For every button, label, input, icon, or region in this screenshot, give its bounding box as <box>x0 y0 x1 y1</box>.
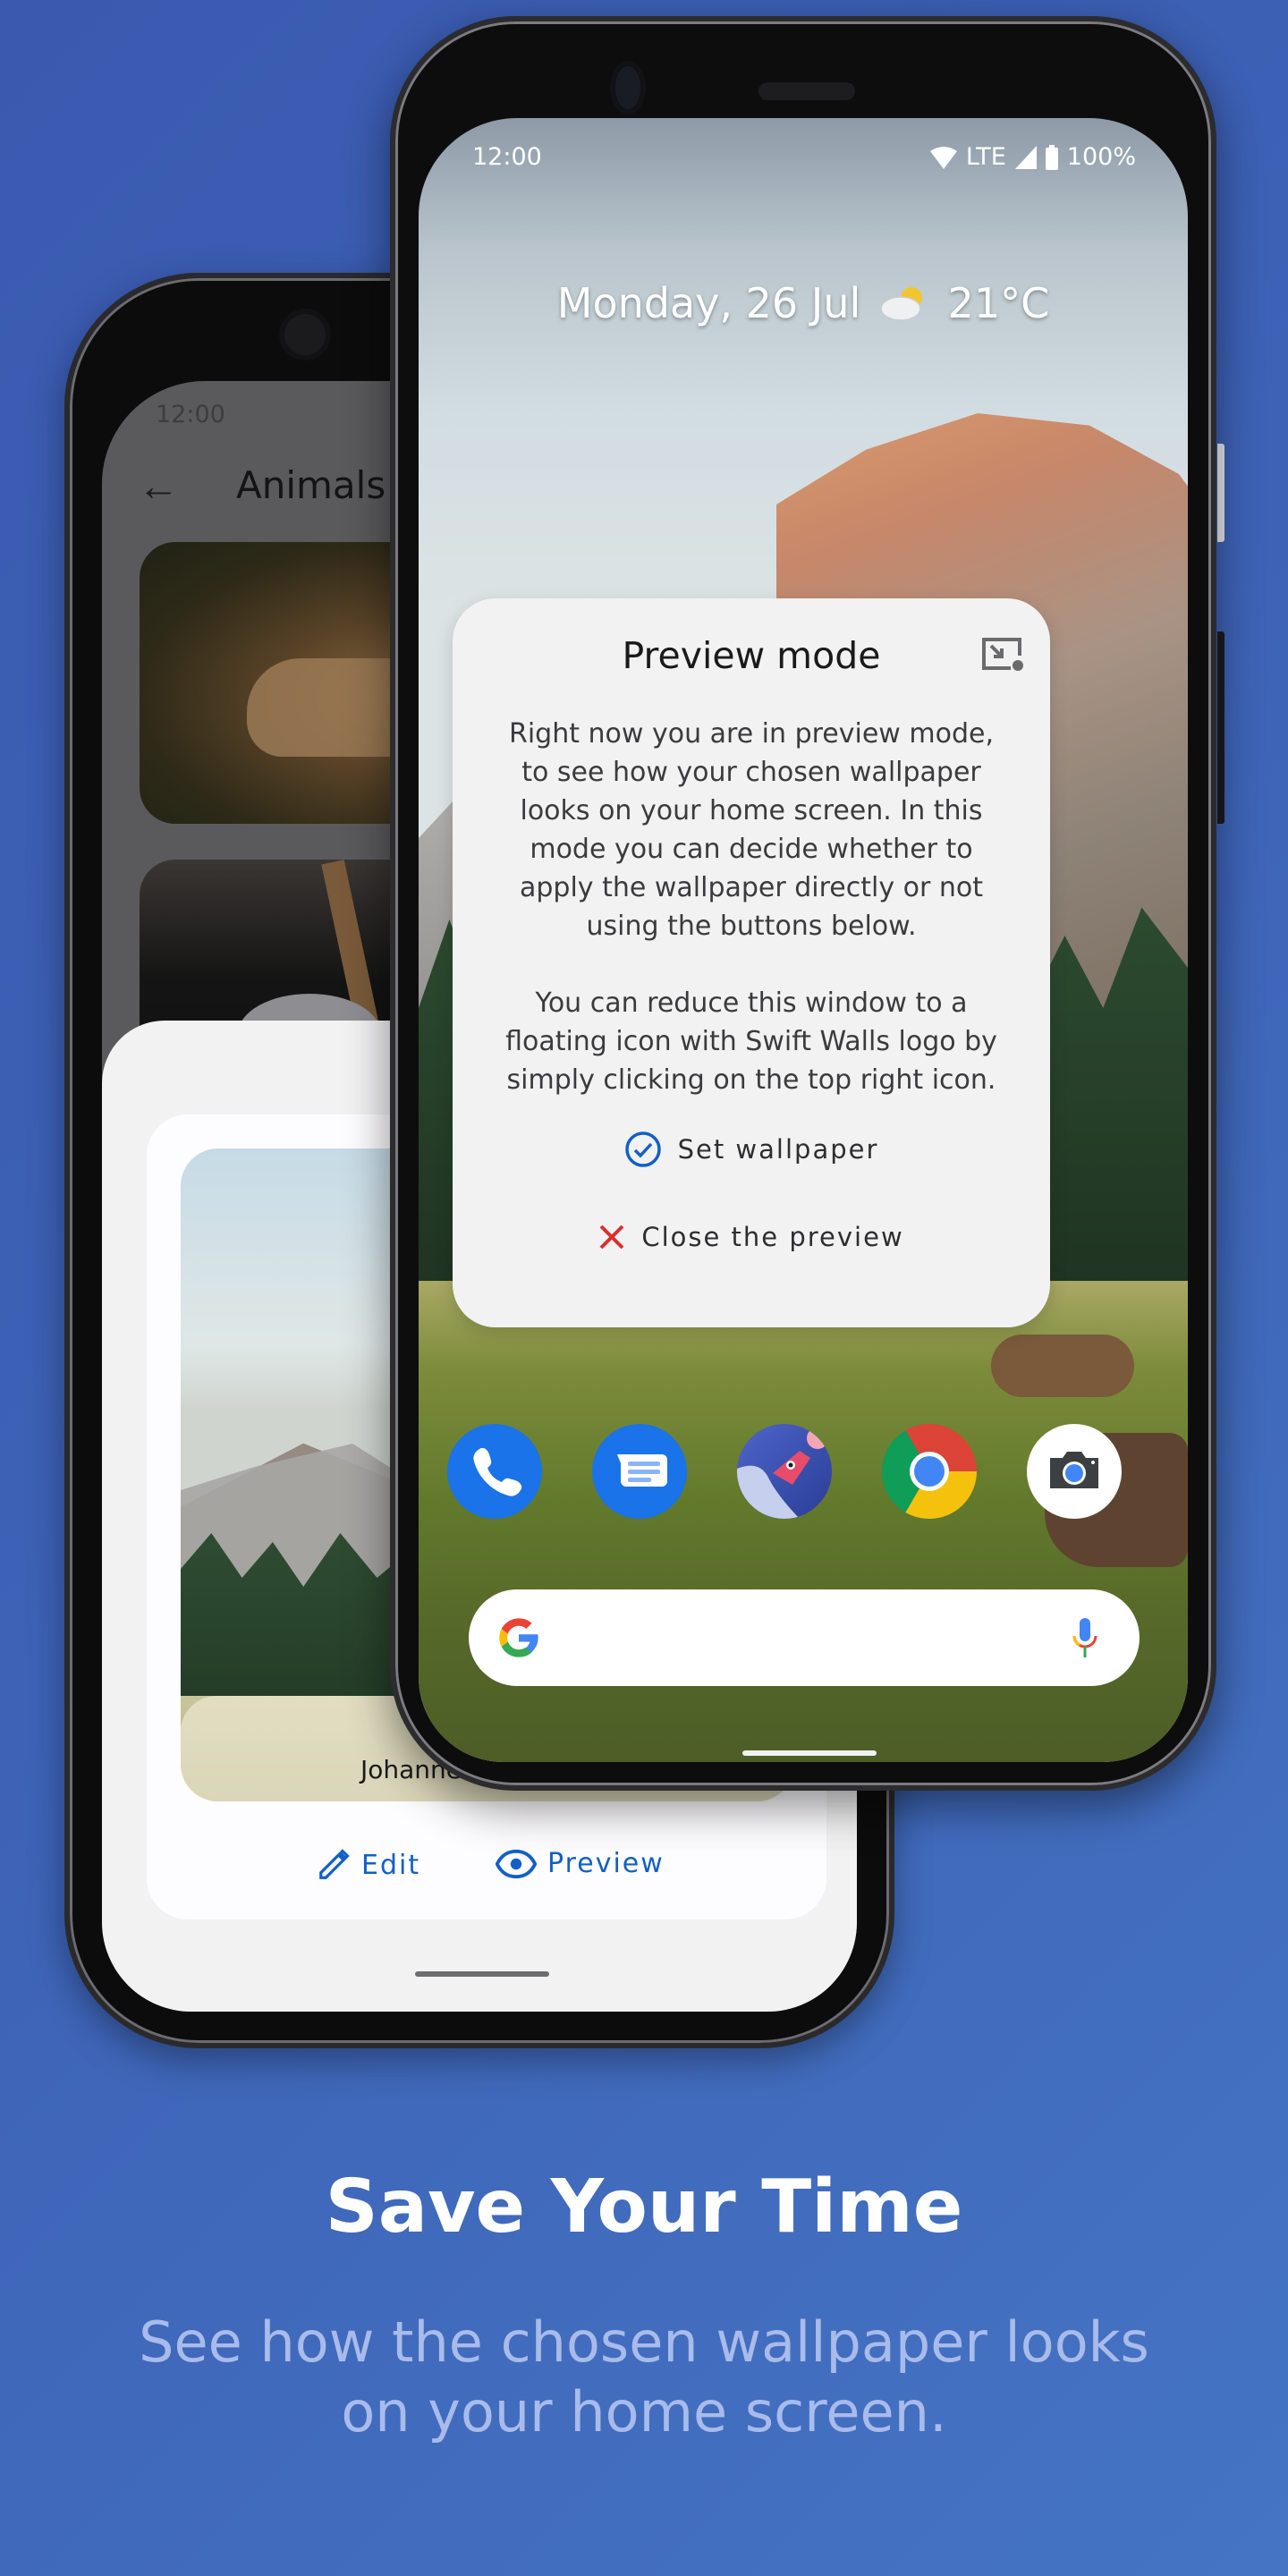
preview-mode-dialog: Preview mode Right now you are in previe… <box>453 598 1050 1327</box>
front-camera <box>284 314 326 355</box>
status-time: 12:00 <box>472 143 542 171</box>
date-text: Monday, 26 Jul <box>556 279 861 327</box>
google-logo-icon <box>499 1618 538 1657</box>
edit-label: Edit <box>361 1849 421 1881</box>
google-search-bar[interactable] <box>469 1589 1140 1686</box>
dialog-paragraph: Right now you are in preview mode, to se… <box>509 718 994 942</box>
battery-icon <box>1045 144 1058 170</box>
power-button <box>1217 444 1224 542</box>
dialog-paragraph: You can reduce this window to a floating… <box>505 987 997 1096</box>
front-camera <box>615 66 640 109</box>
close-icon <box>599 1224 624 1250</box>
check-circle-icon <box>624 1131 661 1167</box>
set-wallpaper-label: Set wallpaper <box>677 1134 879 1165</box>
preview-button[interactable]: Preview <box>496 1848 665 1879</box>
home-indicator[interactable] <box>415 1971 549 1977</box>
dialog-body: Right now you are in preview mode, to se… <box>497 715 1005 1099</box>
signal-icon <box>1014 145 1037 169</box>
home-screen: 12:00 LTE 100% Monday, 26 Jul 21°C Previ… <box>419 118 1188 1762</box>
home-indicator[interactable] <box>742 1750 877 1756</box>
close-preview-button[interactable]: Close the preview <box>453 1222 1050 1252</box>
battery-level: 100% <box>1066 143 1136 171</box>
partly-cloudy-icon <box>880 287 922 321</box>
arrow-left-icon[interactable]: ← <box>138 462 179 510</box>
wallpapers-app-icon[interactable] <box>737 1424 832 1519</box>
network-type: LTE <box>965 143 1006 171</box>
status-time: 12:00 <box>156 401 225 428</box>
status-icons: LTE 100% <box>929 143 1136 171</box>
chrome-app-icon[interactable] <box>882 1424 977 1519</box>
dialog-title: Preview mode <box>622 634 881 677</box>
camera-app-icon[interactable] <box>1027 1424 1122 1519</box>
temperature: 21°C <box>947 279 1050 327</box>
promo-subline: See how the chosen wallpaper looks on yo… <box>139 2309 1149 2445</box>
front-phone-frame: 12:00 LTE 100% Monday, 26 Jul 21°C Previ… <box>390 16 1216 1791</box>
preview-label: Preview <box>547 1848 665 1879</box>
promo-headline: Save Your Time <box>325 2165 963 2250</box>
volume-button <box>1217 631 1224 824</box>
set-wallpaper-button[interactable]: Set wallpaper <box>453 1131 1050 1168</box>
close-preview-label: Close the preview <box>641 1222 904 1252</box>
page-title: Animals <box>236 463 386 507</box>
earpiece-speaker <box>758 82 855 100</box>
messages-app-icon[interactable] <box>592 1424 687 1519</box>
picture-in-picture-icon[interactable] <box>980 636 1025 674</box>
microphone-icon[interactable] <box>1070 1616 1100 1659</box>
phone-app-icon[interactable] <box>447 1424 542 1519</box>
app-dock <box>419 1424 1188 1522</box>
date-weather-widget[interactable]: Monday, 26 Jul 21°C <box>419 279 1188 327</box>
pencil-icon <box>319 1849 350 1879</box>
deer-shape <box>991 1335 1134 1397</box>
eye-icon <box>496 1849 537 1878</box>
wifi-icon <box>929 146 957 169</box>
edit-button[interactable]: Edit <box>317 1848 420 1882</box>
